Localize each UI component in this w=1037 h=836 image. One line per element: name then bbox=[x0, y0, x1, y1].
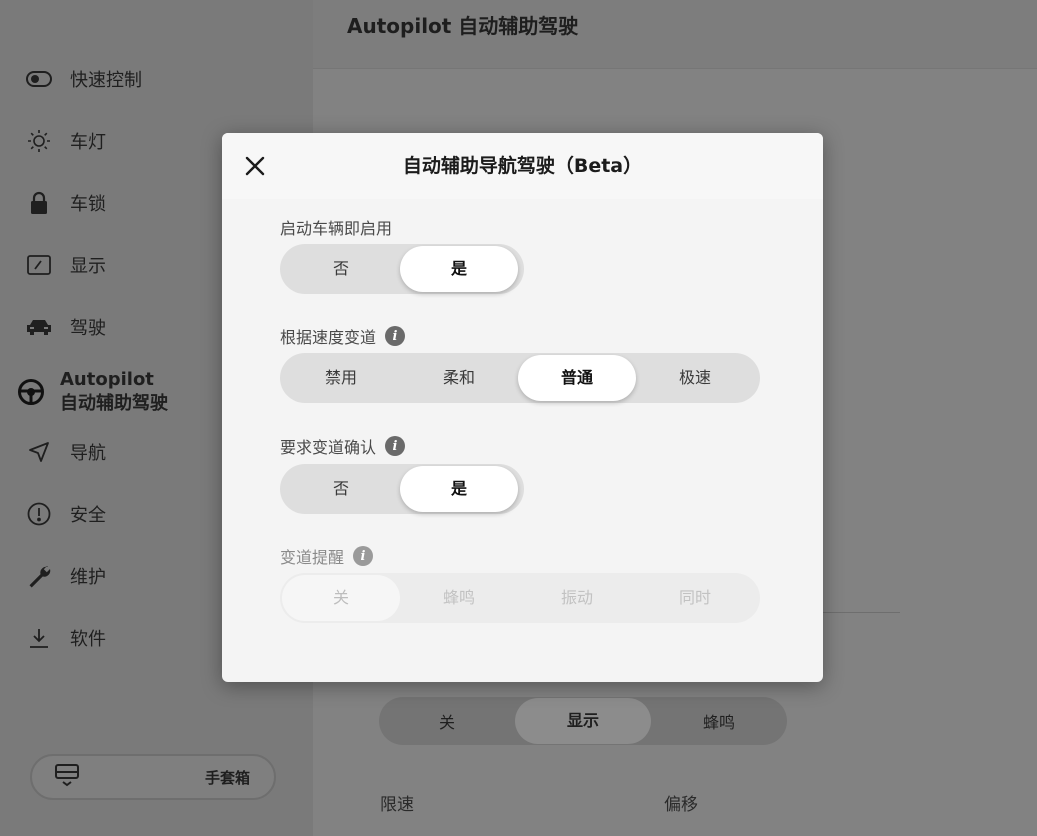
option-no[interactable]: 否 bbox=[282, 246, 400, 292]
car-icon bbox=[24, 314, 54, 340]
dialog-header: 自动辅助导航驾驶（Beta） bbox=[222, 133, 823, 199]
field-label-text: 启动车辆即启用 bbox=[280, 219, 393, 238]
lane-change-notification-selector: 关 蜂鸣 振动 同时 bbox=[280, 573, 760, 623]
alert-circle-icon bbox=[24, 501, 54, 527]
bg-label-speed-limit: 限速 bbox=[380, 795, 414, 815]
option-chime: 蜂鸣 bbox=[442, 588, 475, 607]
option-both: 同时 bbox=[678, 588, 711, 607]
steering-wheel-icon bbox=[16, 379, 46, 405]
bg-segmented-control[interactable]: 关 显示 蜂鸣 bbox=[379, 697, 787, 745]
bg-segment-option[interactable]: 关 bbox=[379, 709, 515, 733]
sidebar-item-autopilot-label: Autopilot 自动辅助驾驶 bbox=[60, 368, 168, 416]
field-label-enable-at-start: 启动车辆即启用 bbox=[280, 215, 392, 239]
bg-segment-option-selected[interactable]: 显示 bbox=[515, 698, 651, 744]
info-icon[interactable]: i bbox=[385, 436, 406, 456]
speed-based-lane-change-selector[interactable]: 禁用 柔和 普通 极速 bbox=[280, 353, 760, 403]
option-disabled[interactable]: 禁用 bbox=[282, 355, 400, 401]
bg-segment-option[interactable]: 蜂鸣 bbox=[651, 709, 787, 733]
lock-icon bbox=[24, 190, 54, 216]
glovebox-button[interactable]: 手套箱 bbox=[30, 754, 276, 800]
require-confirmation-toggle[interactable]: 否 是 bbox=[280, 464, 524, 514]
sidebar-item-autopilot[interactable]: Autopilot 自动辅助驾驶 bbox=[18, 366, 168, 418]
sun-icon bbox=[24, 128, 54, 154]
option-off-selected: 关 bbox=[282, 575, 400, 621]
option-yes-selected[interactable]: 是 bbox=[400, 466, 518, 512]
sidebar-item-label: Autopilot bbox=[60, 369, 154, 390]
field-label-text: 根据速度变道 bbox=[280, 328, 377, 347]
navigate-on-autopilot-dialog: 自动辅助导航驾驶（Beta） 启动车辆即启用 否 是 根据速度变道 i 禁用 柔… bbox=[222, 133, 823, 682]
glovebox-label: 手套箱 bbox=[204, 768, 250, 787]
option-no[interactable]: 否 bbox=[282, 466, 400, 512]
navigation-arrow-icon bbox=[24, 439, 54, 465]
option-mad-max[interactable]: 极速 bbox=[636, 355, 754, 401]
sidebar-item-label: 快速控制 bbox=[70, 70, 142, 91]
sidebar-item-lights[interactable]: 车灯 bbox=[24, 121, 106, 161]
close-button[interactable] bbox=[242, 153, 268, 179]
sidebar-item-navigation[interactable]: 导航 bbox=[24, 432, 106, 472]
sidebar-item-label: 车锁 bbox=[70, 194, 106, 215]
field-label-lane-change-notification: 变道提醒 i bbox=[280, 544, 374, 568]
sidebar-item-quick-controls[interactable]: 快速控制 bbox=[24, 59, 142, 99]
option-average-selected[interactable]: 普通 bbox=[518, 355, 636, 401]
enable-at-start-toggle[interactable]: 否 是 bbox=[280, 244, 524, 294]
field-label-speed-based-lane-change: 根据速度变道 i bbox=[280, 324, 406, 348]
field-label-text: 变道提醒 bbox=[280, 548, 345, 567]
sidebar-item-locks[interactable]: 车锁 bbox=[24, 183, 106, 223]
main-header: Autopilot 自动辅助驾驶 bbox=[313, 0, 1037, 69]
sidebar-item-display[interactable]: 显示 bbox=[24, 245, 106, 285]
sidebar-item-service[interactable]: 维护 bbox=[24, 556, 106, 596]
info-icon[interactable]: i bbox=[353, 546, 374, 566]
sidebar-item-label: 车灯 bbox=[70, 132, 106, 153]
field-label-require-lane-change-confirmation: 要求变道确认 i bbox=[280, 434, 406, 458]
sidebar-item-label: 导航 bbox=[70, 443, 106, 464]
bg-label-offset: 偏移 bbox=[664, 795, 698, 815]
display-icon bbox=[24, 252, 54, 278]
toggle-icon bbox=[24, 66, 54, 92]
sidebar-item-software[interactable]: 软件 bbox=[24, 618, 106, 658]
close-icon bbox=[245, 156, 265, 176]
sidebar-item-label: 自动辅助驾驶 bbox=[60, 393, 168, 414]
wrench-icon bbox=[24, 563, 54, 589]
option-vibrate: 振动 bbox=[560, 588, 593, 607]
sidebar-item-label: 安全 bbox=[70, 505, 106, 526]
option-yes-selected[interactable]: 是 bbox=[400, 246, 518, 292]
sidebar-item-label: 显示 bbox=[70, 256, 106, 277]
dialog-title: 自动辅助导航驾驶（Beta） bbox=[402, 155, 643, 177]
field-label-text: 要求变道确认 bbox=[280, 438, 377, 457]
glovebox-icon bbox=[54, 763, 80, 791]
page-title: Autopilot 自动辅助驾驶 bbox=[347, 14, 579, 38]
sidebar-item-label: 维护 bbox=[70, 567, 106, 588]
option-mild[interactable]: 柔和 bbox=[400, 355, 518, 401]
sidebar-item-safety[interactable]: 安全 bbox=[24, 494, 106, 534]
sidebar-item-driving[interactable]: 驾驶 bbox=[24, 307, 106, 347]
download-icon bbox=[24, 625, 54, 651]
info-icon[interactable]: i bbox=[385, 326, 406, 346]
sidebar-item-label: 软件 bbox=[70, 629, 106, 650]
sidebar-item-label: 驾驶 bbox=[70, 318, 106, 339]
